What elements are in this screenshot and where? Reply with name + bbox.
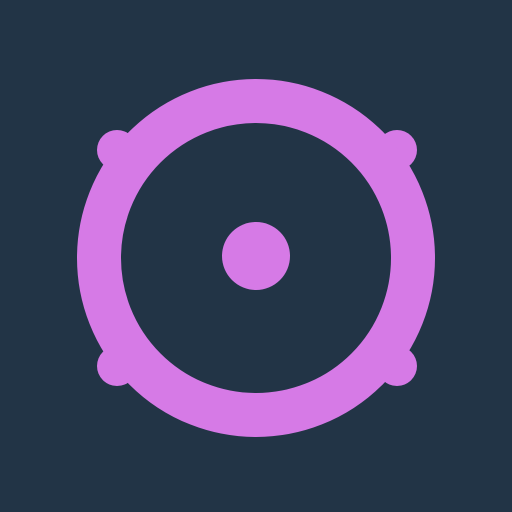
center-dot [222,222,290,290]
target-icon [0,0,512,512]
app-icon-canvas [0,0,512,512]
